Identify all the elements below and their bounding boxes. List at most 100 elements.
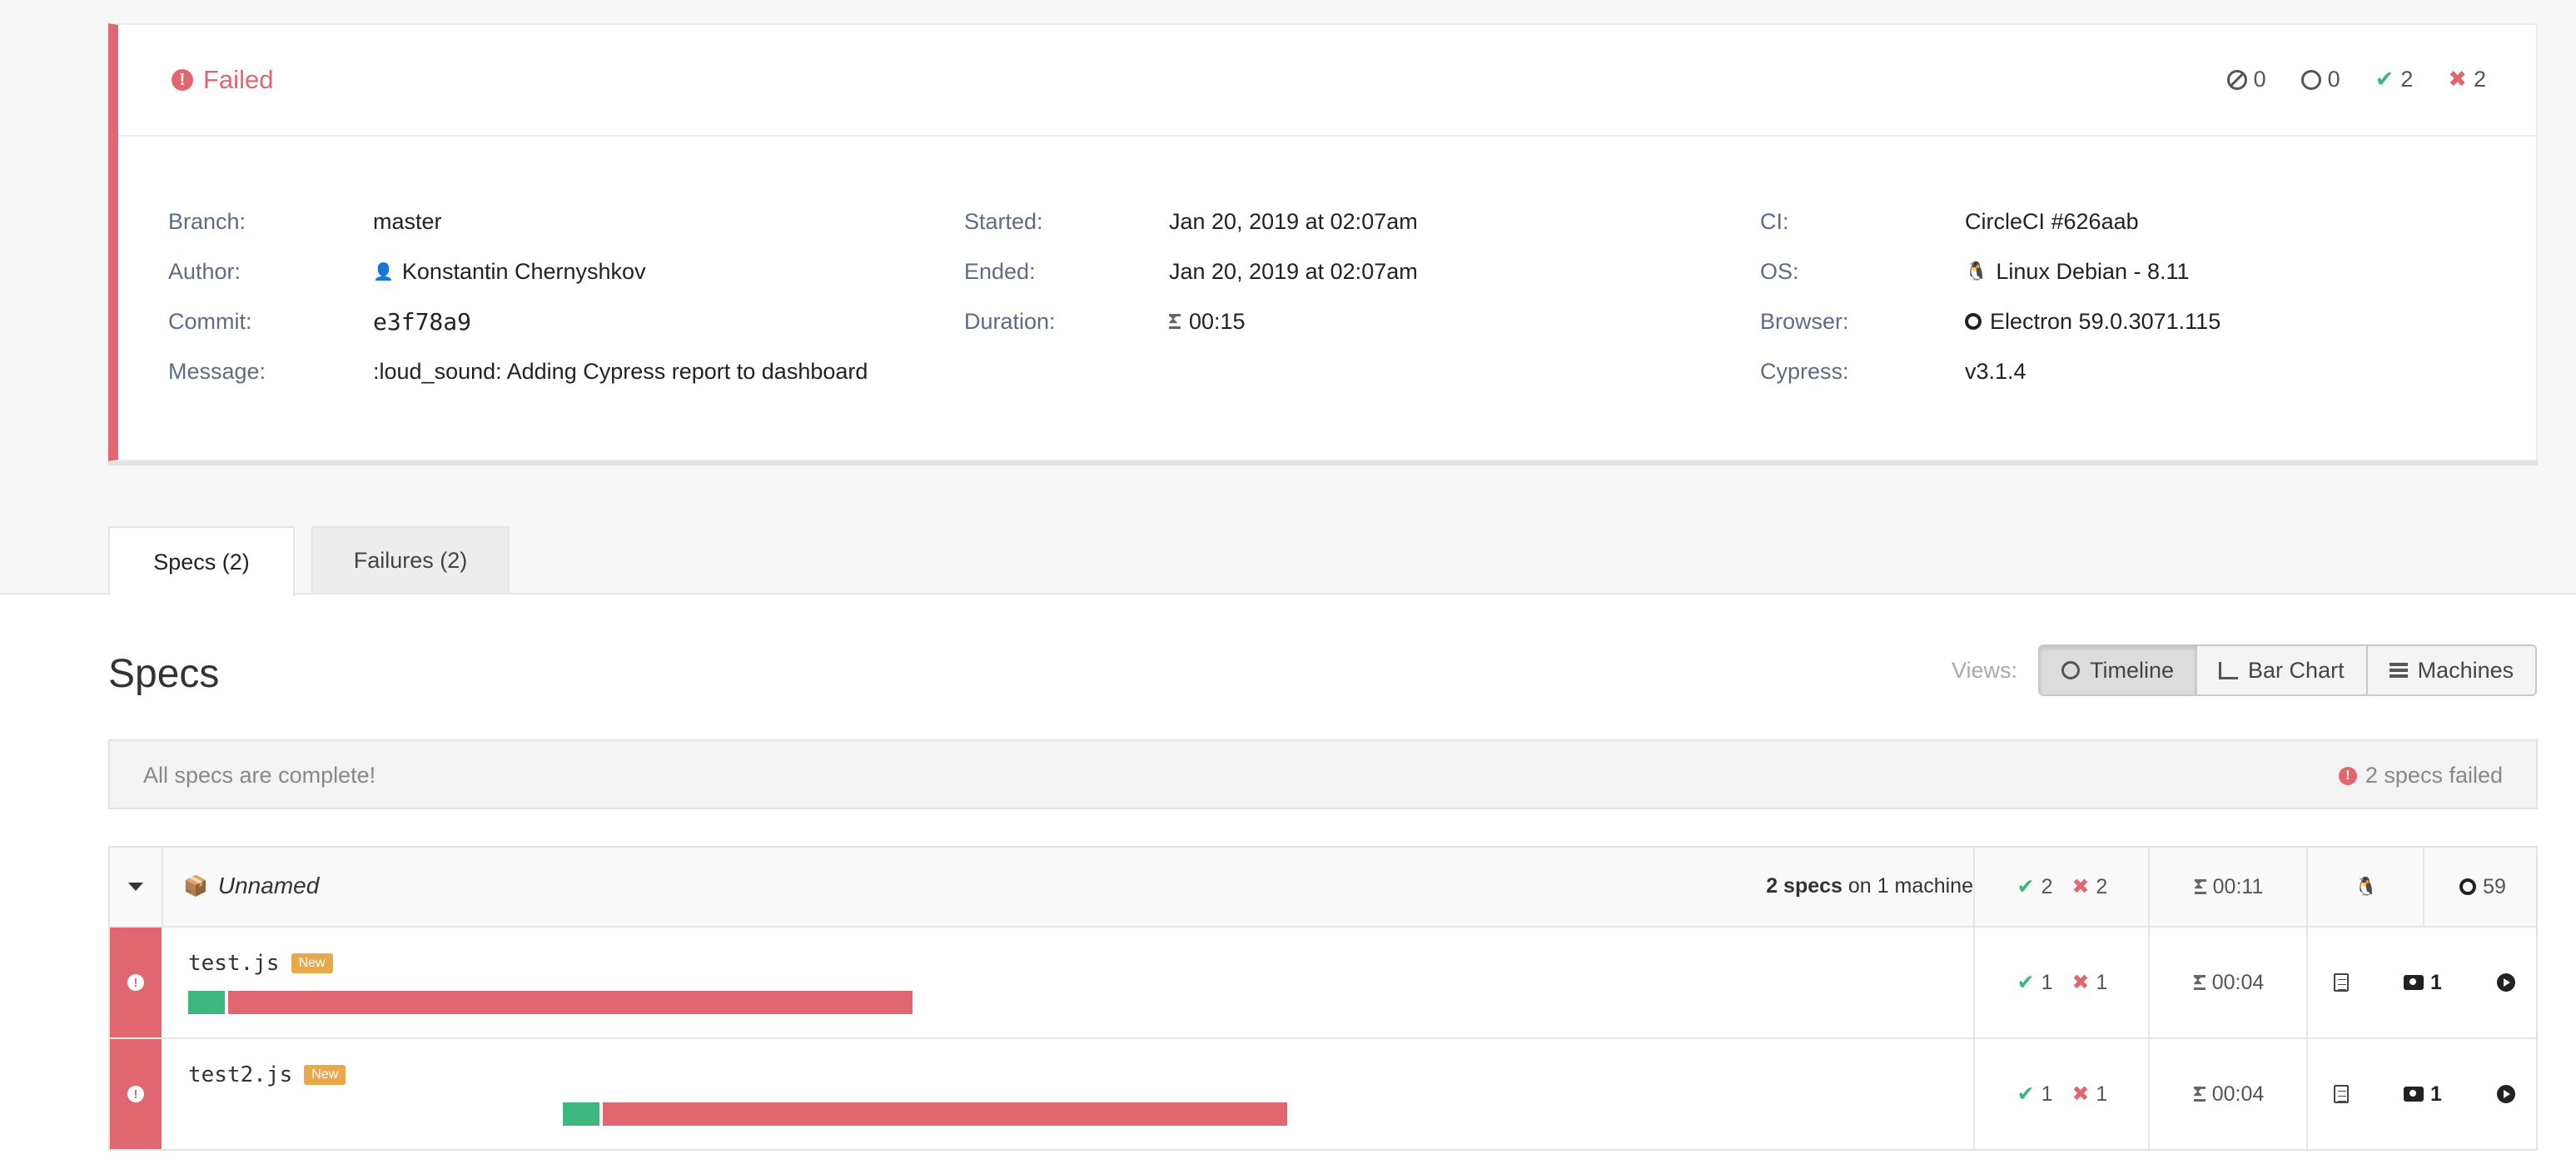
spec-video-button[interactable]	[2473, 1039, 2539, 1149]
hourglass-icon	[2193, 972, 2206, 990]
cypress-label: Cypress:	[1760, 358, 1849, 384]
timeline-fail-segment	[227, 991, 913, 1014]
timeline-label: Timeline	[2090, 657, 2175, 683]
views-toggle: Timeline Bar Chart Machines	[2038, 644, 2538, 696]
server-icon	[2389, 663, 2408, 678]
group-duration-text: 00:11	[2212, 874, 2264, 898]
group-passed: 2	[2041, 874, 2053, 898]
spec-row[interactable]: ! test.js New ✔ 1 ✖ 1 00:04 1	[110, 928, 2536, 1039]
duration-value: 00:15	[1168, 308, 1246, 335]
author-value: 👤 Konstantin Chernyshkov	[373, 259, 646, 285]
spec-file-name: test.js	[188, 951, 280, 976]
cypress-version: v3.1.4	[1965, 358, 2026, 384]
banner-failed: ! 2 specs failed	[2338, 763, 2503, 788]
camera-icon	[2404, 1087, 2424, 1102]
timeline-view-button[interactable]: Timeline	[2038, 644, 2198, 696]
spec-failed: 1	[2096, 1082, 2108, 1106]
new-badge: New	[304, 1065, 346, 1085]
clock-icon	[2061, 661, 2080, 679]
spec-timeline	[188, 991, 913, 1014]
group-failed: 2	[2096, 874, 2108, 898]
message-value: :loud_sound: Adding Cypress report to da…	[373, 358, 868, 384]
banner-failed-text: 2 specs failed	[2365, 763, 2503, 788]
check-icon: ✔	[2375, 67, 2394, 92]
chrome-icon	[1965, 313, 1982, 330]
branch-value: master	[373, 208, 442, 234]
cross-icon: ✖	[2071, 875, 2090, 898]
bar-chart-view-button[interactable]: Bar Chart	[2196, 644, 2368, 696]
caret-down-icon	[128, 883, 143, 891]
passed-stat: ✔ 2	[2375, 67, 2414, 92]
browser-label: Browser:	[1760, 308, 1849, 334]
document-icon	[2334, 1085, 2349, 1103]
pending-stat: 0	[2300, 67, 2340, 92]
started-label: Started:	[964, 208, 1043, 234]
tab-failures[interactable]: Failures (2)	[311, 526, 510, 593]
group-os: 🐧	[2306, 848, 2424, 926]
duration-label: Duration:	[964, 308, 1056, 334]
skipped-icon	[2226, 69, 2247, 90]
check-icon: ✔	[2017, 875, 2035, 898]
skipped-stat: 0	[2226, 67, 2266, 92]
spec-duration-text: 00:04	[2211, 970, 2265, 994]
spec-failed: 1	[2096, 970, 2108, 994]
group-name: 📦 Unnamed	[183, 873, 319, 899]
collapse-toggle[interactable]	[110, 848, 163, 926]
spec-fail-marker: !	[110, 928, 162, 1037]
tab-specs[interactable]: Specs (2)	[108, 526, 295, 596]
ended-label: Ended:	[964, 258, 1036, 284]
group-name-text: Unnamed	[217, 873, 320, 898]
spec-duration: 00:04	[2148, 1039, 2308, 1149]
commit-link[interactable]: e3f78a9	[373, 308, 471, 336]
author-label: Author:	[168, 258, 241, 284]
browser-text: Electron 59.0.3071.115	[1990, 308, 2221, 334]
chrome-icon	[2459, 878, 2477, 895]
spec-fail-marker: !	[110, 1039, 162, 1149]
spec-output-button[interactable]	[2306, 928, 2375, 1037]
machine-count: on 1 machine	[1847, 874, 1973, 898]
os-label: OS:	[1760, 258, 1799, 284]
check-icon: ✔	[2017, 1082, 2035, 1106]
machines-label: Machines	[2417, 657, 2514, 683]
os-value: 🐧 Linux Debian - 8.11	[1965, 259, 2190, 285]
spec-video-button[interactable]	[2473, 928, 2539, 1037]
group-browser: 59	[2423, 848, 2541, 926]
branch-label: Branch:	[168, 208, 246, 234]
spec-results: ✔ 1 ✖ 1	[1973, 1039, 2150, 1149]
camera-icon	[2404, 975, 2424, 990]
passed-count: 2	[2400, 67, 2414, 92]
spec-passed: 1	[2041, 1082, 2053, 1106]
screenshot-count: 1	[2430, 1082, 2442, 1106]
run-stats: 0 0 ✔ 2 ✖ 2	[2226, 67, 2486, 92]
specs-table: 📦 Unnamed 2 specs on 1 machine ✔ 2 ✖ 2 00:1…	[108, 846, 2538, 1151]
alert-icon: !	[127, 1086, 144, 1102]
alert-icon: !	[2338, 766, 2357, 785]
duration-text: 00:15	[1189, 308, 1246, 334]
run-summary-card: ! Failed 0 0 ✔ 2 ✖ 2 Branch: master Author:…	[108, 23, 2538, 461]
cross-icon: ✖	[2071, 1082, 2090, 1106]
machines-view-button[interactable]: Machines	[2365, 644, 2538, 696]
ci-link[interactable]: CircleCI #626aab	[1965, 209, 2139, 235]
timeline-pass-segment	[563, 1102, 599, 1126]
ci-label: CI:	[1760, 208, 1789, 234]
spec-row[interactable]: ! test2.jsNew ✔1 ✖1 00:04 1	[110, 1039, 2536, 1149]
alert-icon: !	[172, 69, 193, 91]
hourglass-icon	[1168, 311, 1181, 329]
bar-chart-icon	[2219, 661, 2239, 679]
run-meta-left: Branch: master Author: 👤 Konstantin Chernys…	[168, 196, 868, 396]
pending-count: 0	[2327, 67, 2340, 92]
spec-screenshots-button[interactable]: 1	[2373, 1039, 2473, 1149]
spec-timeline	[563, 1102, 1287, 1126]
group-row[interactable]: 📦 Unnamed 2 specs on 1 machine ✔ 2 ✖ 2 00:1…	[110, 848, 2536, 928]
package-icon: 📦	[183, 874, 208, 898]
started-value: Jan 20, 2019 at 02:07am	[1169, 208, 1418, 234]
cross-icon: ✖	[2071, 971, 2090, 994]
specs-title: Specs	[108, 652, 220, 696]
run-meta-middle: Started: Jan 20, 2019 at 02:07am Ended: Ja…	[964, 196, 1418, 346]
user-icon: 👤	[373, 262, 394, 281]
spec-passed: 1	[2041, 970, 2053, 994]
spec-duration-text: 00:04	[2211, 1082, 2265, 1106]
spec-screenshots-button[interactable]: 1	[2373, 928, 2473, 1037]
message-label: Message:	[168, 358, 266, 384]
spec-output-button[interactable]	[2306, 1039, 2375, 1149]
